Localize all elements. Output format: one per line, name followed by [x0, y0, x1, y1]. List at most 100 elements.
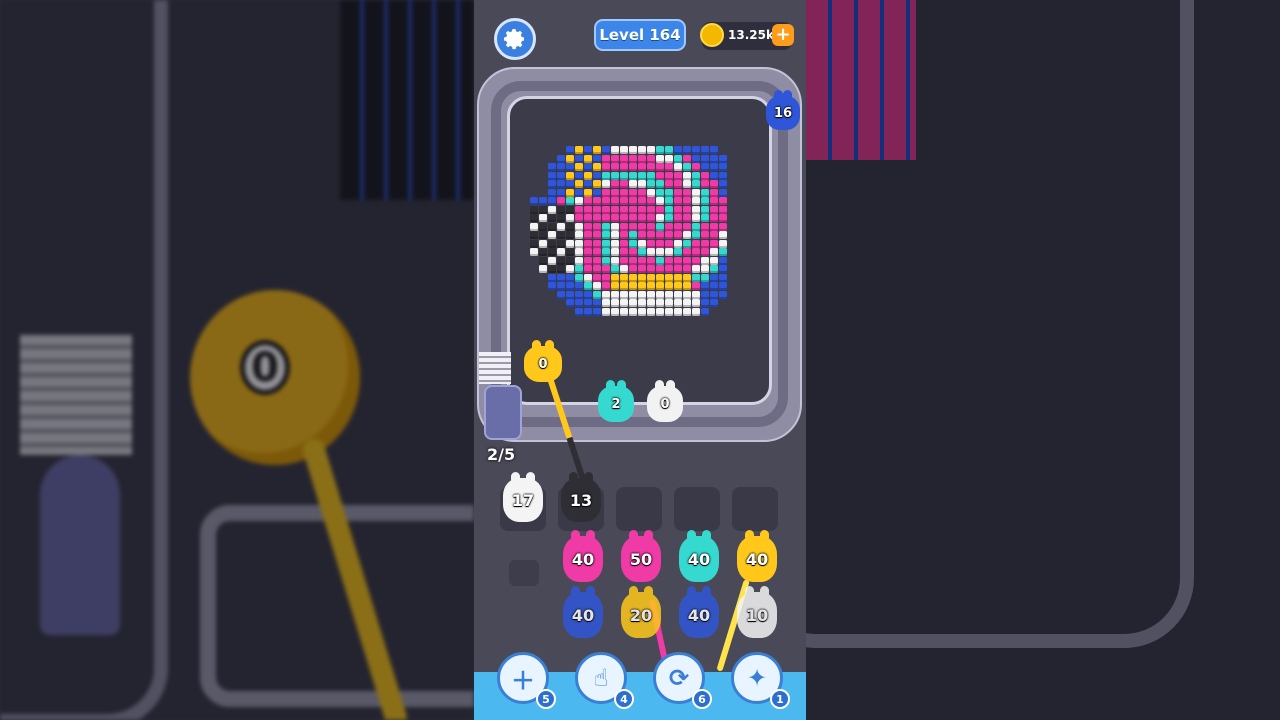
mosaic-pixel — [620, 265, 628, 273]
mosaic-pixel — [683, 307, 691, 316]
grid-blob[interactable]: 40 — [563, 586, 603, 638]
mosaic-pixel — [629, 146, 637, 154]
mosaic-pixel — [530, 214, 538, 222]
mosaic-pixel — [674, 154, 682, 163]
mosaic-pixel — [575, 154, 583, 163]
mosaic-pixel — [620, 239, 628, 248]
mosaic-pixel — [674, 299, 682, 307]
grid-blob[interactable]: 50 — [621, 530, 661, 582]
mosaic-pixel — [566, 154, 574, 163]
mosaic-pixel — [557, 290, 565, 299]
background-right — [806, 0, 1280, 720]
grid-blob[interactable]: 10 — [737, 586, 777, 638]
grid-blob[interactable]: 20 — [621, 586, 661, 638]
mosaic-pixel — [683, 299, 691, 307]
mosaic-pixel — [656, 256, 664, 265]
mosaic-pixel — [665, 171, 673, 180]
mosaic-pixel — [674, 205, 682, 214]
mosaic-pixel — [557, 171, 565, 180]
mosaic-pixel — [611, 248, 619, 256]
mosaic-pixel — [656, 239, 664, 248]
slot-blob[interactable]: 17 — [503, 472, 543, 522]
mosaic-pixel — [530, 205, 538, 214]
mosaic-pixel — [710, 265, 718, 273]
grid-blob[interactable]: 40 — [737, 530, 777, 582]
mosaic-pixel — [602, 290, 610, 299]
mosaic-pixel — [674, 256, 682, 265]
mosaic-pixel — [710, 273, 718, 282]
mosaic-pixel — [665, 188, 673, 197]
mosaic-pixel — [665, 290, 673, 299]
coin-icon — [700, 23, 724, 47]
game-panel: Level 164 13.25k + 16 2/5 20 0 17 13 40 … — [474, 0, 806, 720]
mosaic-pixel — [620, 256, 628, 265]
mosaic-pixel — [566, 180, 574, 188]
mosaic-pixel — [638, 299, 646, 307]
settings-button[interactable] — [494, 18, 536, 60]
mosaic-pixel — [656, 248, 664, 256]
mosaic-pixel — [665, 180, 673, 188]
mosaic-pixel — [701, 290, 709, 299]
mosaic-pixel — [647, 256, 655, 265]
track-blob[interactable]: 0 — [647, 380, 683, 422]
mosaic-pixel — [566, 239, 574, 248]
mosaic-pixel — [629, 307, 637, 316]
mosaic-pixel — [611, 273, 619, 282]
mosaic-pixel — [665, 214, 673, 222]
mosaic-pixel — [548, 222, 556, 231]
mosaic-pixel — [629, 290, 637, 299]
mosaic-pixel — [602, 197, 610, 205]
mosaic-pixel — [602, 256, 610, 265]
mosaic-pixel — [656, 146, 664, 154]
grid-blob[interactable]: 40 — [679, 586, 719, 638]
mosaic-pixel — [638, 205, 646, 214]
mosaic-pixel — [665, 197, 673, 205]
yellow-handle-blob[interactable]: 0 — [524, 340, 562, 382]
mosaic-pixel — [647, 239, 655, 248]
mosaic-pixel — [629, 265, 637, 273]
holding-slot[interactable] — [674, 487, 720, 531]
mosaic-pixel — [719, 256, 727, 265]
mosaic-pixel — [719, 290, 727, 299]
mosaic-pixel — [674, 163, 682, 171]
conveyor-blob[interactable]: 16 — [766, 90, 800, 130]
mosaic-pixel — [647, 180, 655, 188]
grid-blob[interactable]: 40 — [679, 530, 719, 582]
track-blob[interactable]: 2 — [598, 380, 634, 422]
mosaic-pixel — [692, 214, 700, 222]
booster-button[interactable]: ⟳ 6 — [653, 652, 712, 709]
mosaic-pixel — [557, 248, 565, 256]
mosaic-pixel — [665, 154, 673, 163]
booster-button[interactable]: ✦ 1 — [731, 652, 790, 709]
mosaic-pixel — [611, 180, 619, 188]
mosaic-pixel — [719, 163, 727, 171]
mosaic-pixel — [575, 265, 583, 273]
mosaic-pixel — [683, 188, 691, 197]
mosaic-pixel — [548, 205, 556, 214]
queue-counter: 2/5 — [487, 445, 516, 464]
slot-blob[interactable]: 13 — [561, 472, 601, 522]
mosaic-pixel — [584, 197, 592, 205]
mosaic-pixel — [584, 290, 592, 299]
mosaic-pixel — [719, 205, 727, 214]
mosaic-pixel — [602, 180, 610, 188]
add-coins-button[interactable]: + — [772, 24, 794, 46]
booster-button[interactable]: ＋ 5 — [497, 652, 556, 709]
mosaic-pixel — [593, 248, 601, 256]
mosaic-pixel — [539, 256, 547, 265]
mosaic-pixel — [683, 256, 691, 265]
mosaic-pixel — [656, 265, 664, 273]
mosaic-pixel — [692, 180, 700, 188]
grid-blob[interactable]: 40 — [563, 530, 603, 582]
mosaic-pixel — [629, 222, 637, 231]
mosaic-pixel — [683, 197, 691, 205]
holding-slot[interactable] — [732, 487, 778, 531]
holding-slot[interactable] — [616, 487, 662, 531]
booster-button[interactable]: ☝ 4 — [575, 652, 634, 709]
mosaic-pixel — [539, 239, 547, 248]
mosaic-pixel — [701, 163, 709, 171]
mosaic-pixel — [674, 290, 682, 299]
mosaic-pixel — [656, 273, 664, 282]
mosaic-pixel — [701, 239, 709, 248]
mosaic-pixel — [602, 222, 610, 231]
